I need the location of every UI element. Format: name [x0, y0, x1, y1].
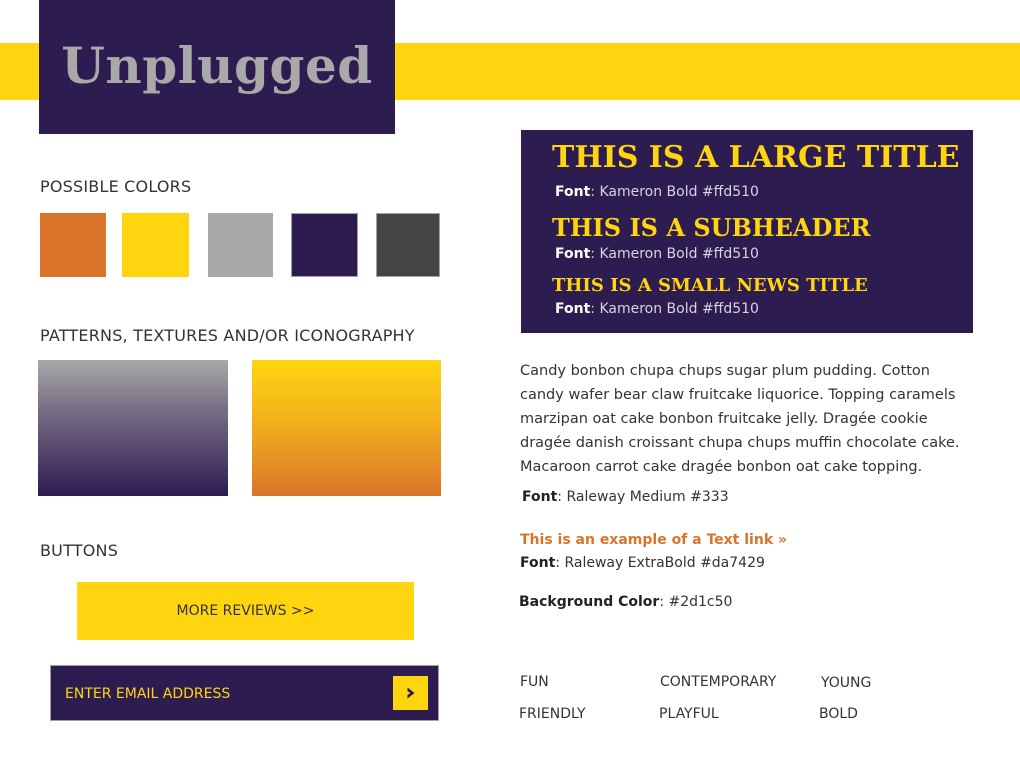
body-copy-sample: Candy bonbon chupa chups sugar plum pudd… — [520, 363, 960, 475]
small-title-sample: THIS IS A SMALL NEWS TITLE — [552, 275, 868, 296]
color-swatch-yellow — [122, 213, 189, 277]
pattern-orange-gradient — [252, 360, 441, 496]
color-swatch-dark-gray — [376, 213, 440, 277]
subheader-font-spec: Font: Kameron Bold #ffd510 — [555, 246, 759, 262]
keyword: PLAYFUL — [659, 706, 719, 722]
background-color-spec: Background Color: #2d1c50 — [519, 594, 733, 610]
email-submit-button[interactable] — [393, 676, 428, 710]
keyword: BOLD — [819, 706, 858, 722]
buttons-heading: BUTTONS — [40, 541, 119, 560]
color-swatch-orange — [40, 213, 106, 277]
typography-panel: THIS IS A LARGE TITLE Font: Kameron Bold… — [521, 130, 973, 333]
color-swatch-purple — [291, 213, 358, 277]
text-link-font-spec: Font: Raleway ExtraBold #da7429 — [520, 555, 765, 571]
large-title-font-spec: Font: Kameron Bold #ffd510 — [555, 184, 759, 200]
keyword: YOUNG — [821, 675, 872, 691]
keyword: CONTEMPORARY — [660, 674, 777, 690]
colors-heading: POSSIBLE COLORS — [40, 177, 192, 196]
chevron-right-icon — [407, 687, 414, 699]
large-title-sample: THIS IS A LARGE TITLE — [552, 140, 960, 175]
keyword: FRIENDLY — [519, 706, 586, 722]
logo-text: Unplugged — [61, 36, 373, 95]
email-signup-form — [50, 665, 439, 721]
keyword: FUN — [520, 674, 549, 690]
subheader-sample: THIS IS A SUBHEADER — [552, 213, 871, 242]
logo: Unplugged — [39, 0, 395, 134]
patterns-heading: PATTERNS, TEXTURES AND/OR ICONOGRAPHY — [40, 326, 415, 345]
text-link-example[interactable]: This is an example of a Text link » — [520, 532, 787, 548]
body-font-spec: Font: Raleway Medium #333 — [522, 489, 729, 505]
email-input[interactable] — [65, 681, 385, 707]
more-reviews-button[interactable]: MORE REVIEWS >> — [77, 582, 414, 640]
small-title-font-spec: Font: Kameron Bold #ffd510 — [555, 301, 759, 317]
pattern-purple-gradient — [38, 360, 228, 496]
color-swatch-gray — [208, 213, 273, 277]
